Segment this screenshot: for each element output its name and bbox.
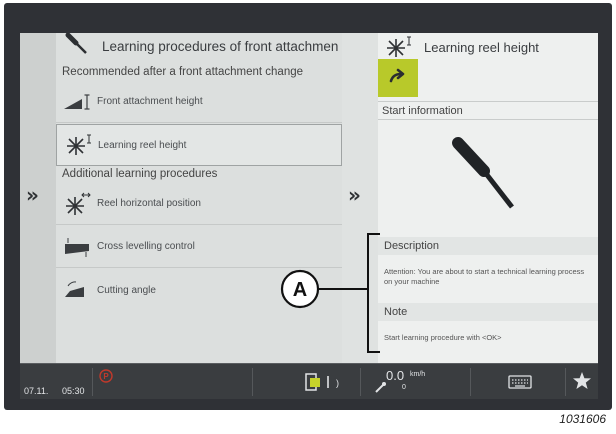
parking-brake-icon: P [98,368,114,389]
divider [565,368,566,396]
description-label: Description [384,240,440,252]
left-panel-title: Learning procedures of front attachmen [102,39,339,54]
list-item-label: Cutting angle [97,284,156,296]
procedure-detail-panel: » Learning reel height Start information… [342,33,598,363]
reel-horizontal-icon [60,191,94,217]
note-text: Start learning procedure with <OK> [384,333,502,342]
terminal-screen: » Learning procedures of front attachmen… [20,33,598,399]
speed-sub-value: 0 [402,384,406,391]
note-header-band [378,303,598,321]
start-procedure-button[interactable] [378,59,418,97]
list-item-label: Front attachment height [97,96,203,107]
arrow-right-icon [388,68,408,89]
learning-procedures-panel: » Learning procedures of front attachmen… [20,33,342,363]
description-text: Attention: You are about to start a tech… [384,267,585,286]
list-item-front-attachment-height[interactable]: Front attachment height [56,81,342,123]
expand-left-chevron-icon[interactable]: » [26,183,39,207]
note-label: Note [384,306,408,318]
section-additional-heading: Additional learning procedures [62,168,218,180]
status-time: 05:30 [62,386,85,396]
left-content: Learning procedures of front attachmen R… [56,33,342,363]
header-height-icon [60,89,94,115]
right-content: Learning reel height Start information D… [378,33,598,363]
figure-number: 1031606 [559,412,606,426]
start-information-label: Start information [382,105,463,117]
screwdriver-icon [64,33,92,62]
detail-title: Learning reel height [424,40,539,55]
reel-height-icon [61,132,95,158]
svg-text:): ) [336,378,339,388]
divider [92,368,93,396]
list-item-cross-levelling-control[interactable]: Cross levelling control [56,226,342,268]
divider [360,368,361,396]
drive-mode-icon[interactable]: ) [302,370,352,399]
divider [252,368,253,396]
speed-unit: km/h [410,371,426,378]
list-item-label: Learning reel height [98,139,187,151]
cross-level-icon [60,234,94,260]
keyboard-icon[interactable] [508,374,532,395]
cutting-angle-icon [60,277,94,303]
divider [378,119,598,120]
status-date: 07.11. [24,386,49,396]
expand-right-chevron-icon[interactable]: » [348,183,361,207]
speed-value: 0.0 [386,368,405,383]
photo-background: » Learning procedures of front attachmen… [0,0,616,434]
divider [470,368,471,396]
screwdriver-icon [452,137,522,222]
list-item-label: Cross levelling control [97,241,195,252]
divider [378,101,598,102]
star-icon[interactable] [572,371,592,396]
list-item-reel-horizontal-position[interactable]: Reel horizontal position [56,183,342,225]
list-item-label: Reel horizontal position [97,198,201,209]
status-bar: 07.11. 05:30 P ) 0.0 km/h 0 [20,363,598,399]
list-item-cutting-angle[interactable]: Cutting angle [56,269,342,311]
svg-text:P: P [103,372,109,381]
section-recommended-heading: Recommended after a front attachment cha… [62,66,304,78]
list-item-learning-reel-height[interactable]: Learning reel height [56,124,342,166]
